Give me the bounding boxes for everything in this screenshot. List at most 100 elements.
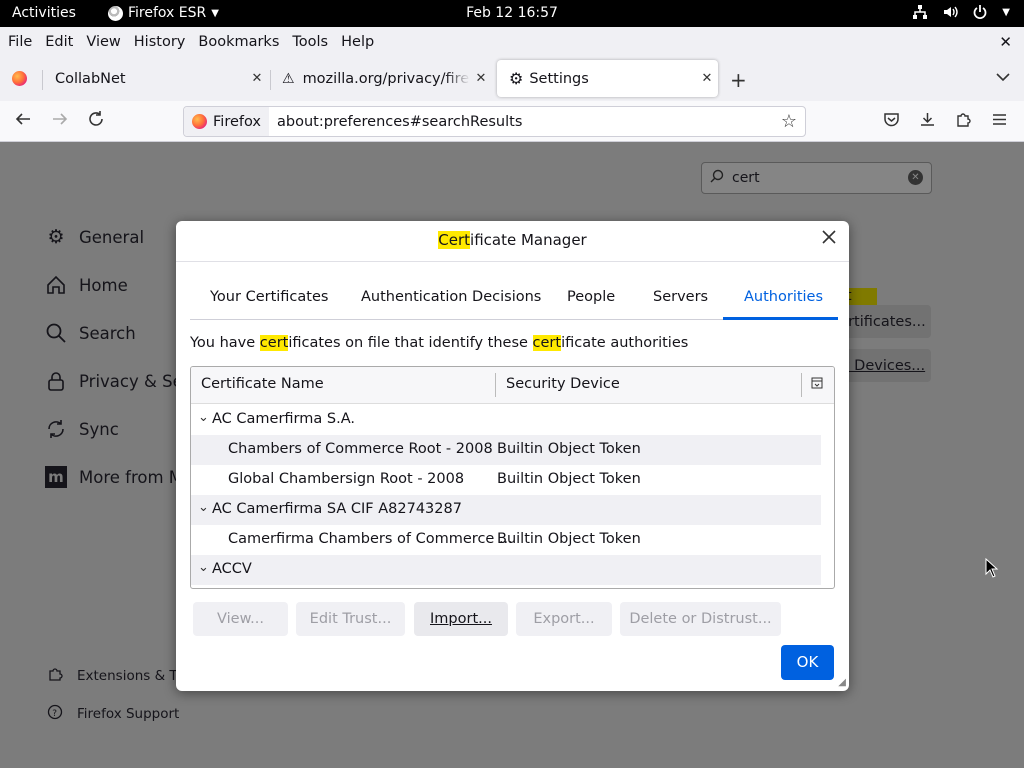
- sidebar-item-home[interactable]: Home: [45, 274, 128, 296]
- search-value: cert: [732, 170, 760, 186]
- tab-mozilla-privacy[interactable]: ⚠ mozilla.org/privacy/firefox ✕: [270, 60, 492, 97]
- menu-bookmarks[interactable]: Bookmarks: [198, 34, 279, 50]
- dialog-title: Certificate Manager: [438, 231, 587, 249]
- tab-pinned-firefox[interactable]: [0, 60, 40, 97]
- window-close-icon[interactable]: ✕: [999, 33, 1012, 51]
- authorities-description: You have certificates on file that ident…: [190, 335, 689, 351]
- sidebar-item-general[interactable]: ⚙ General: [45, 226, 144, 248]
- tree-row[interactable]: Global Chambersign Root - 2008 Builtin O…: [191, 465, 821, 495]
- sidebar-item-label: Search: [79, 323, 136, 343]
- tab-authorities[interactable]: Authorities: [744, 289, 823, 305]
- import-button[interactable]: Import...: [414, 602, 508, 636]
- power-icon: [973, 5, 987, 19]
- chevron-down-icon[interactable]: ⌄: [198, 560, 209, 575]
- svg-text:?: ?: [52, 709, 57, 719]
- sidebar-item-support[interactable]: ? Firefox Support: [47, 704, 179, 724]
- tab-title: Settings: [529, 70, 589, 87]
- gear-icon: ⚙: [509, 69, 524, 88]
- view-button[interactable]: View...: [193, 602, 288, 636]
- tree-row-group[interactable]: ⌄ AC Camerfirma SA CIF A82743287: [191, 495, 821, 525]
- puzzle-icon: [47, 666, 63, 686]
- pocket-icon[interactable]: [883, 111, 900, 132]
- ok-button[interactable]: OK: [781, 645, 834, 680]
- tree-header: Certificate Name Security Device: [191, 367, 834, 404]
- menu-help[interactable]: Help: [341, 34, 374, 50]
- column-separator[interactable]: [801, 373, 802, 397]
- export-button[interactable]: Export...: [516, 602, 612, 636]
- close-icon[interactable]: [821, 229, 837, 250]
- system-tray[interactable]: ▼: [912, 4, 1010, 20]
- tree-row[interactable]: Chambers of Commerce Root - 2008 Builtin…: [191, 435, 821, 465]
- url-text[interactable]: about:preferences#searchResults: [277, 114, 781, 130]
- back-arrow-icon[interactable]: [14, 110, 32, 133]
- chevron-down-icon[interactable]: ⌄: [198, 500, 209, 515]
- tab-title: mozilla.org/privacy/firefox: [302, 70, 470, 87]
- column-certificate-name[interactable]: Certificate Name: [201, 376, 324, 392]
- tree-row[interactable]: Camerfirma Chambers of Commerce ... Buil…: [191, 525, 821, 555]
- lock-icon: [45, 370, 67, 392]
- tree-row-group[interactable]: ⌄ AC Camerfirma S.A.: [191, 405, 821, 435]
- sidebar-item-sync[interactable]: Sync: [45, 418, 119, 440]
- close-icon[interactable]: ✕: [696, 71, 718, 86]
- firefox-icon: [12, 71, 27, 86]
- tab-title: CollabNet: [55, 70, 126, 87]
- menu-view[interactable]: View: [86, 34, 120, 50]
- delete-or-distrust-button[interactable]: Delete or Distrust...: [620, 602, 781, 636]
- gear-icon: ⚙: [47, 226, 65, 248]
- mouse-cursor-icon: [985, 558, 999, 578]
- column-security-device[interactable]: Security Device: [506, 376, 620, 392]
- sidebar-item-label: General: [79, 227, 145, 247]
- tab-your-certificates[interactable]: Your Certificates: [210, 289, 328, 305]
- extensions-puzzle-icon[interactable]: [955, 111, 972, 132]
- firefox-icon: [108, 5, 123, 21]
- column-separator[interactable]: [495, 373, 496, 397]
- volume-icon: [944, 6, 958, 18]
- sidebar-item-label: Home: [79, 275, 128, 295]
- certificate-manager-dialog: Certificate Manager Your Certificates Au…: [176, 221, 849, 691]
- downloads-icon[interactable]: [919, 111, 936, 132]
- clock[interactable]: Feb 12 16:57: [466, 5, 558, 21]
- menu-edit[interactable]: Edit: [45, 34, 73, 50]
- column-picker-icon[interactable]: [811, 377, 823, 393]
- identity-box[interactable]: Firefox: [184, 107, 269, 136]
- tab-strip: CollabNet ✕ ⚠ mozilla.org/privacy/firefo…: [0, 56, 1024, 101]
- close-icon[interactable]: ✕: [246, 71, 268, 86]
- dialog-tab-bar: Your Certificates Authentication Decisio…: [190, 278, 838, 320]
- edit-trust-button[interactable]: Edit Trust...: [296, 602, 405, 636]
- chevron-down-icon: ▼: [1002, 6, 1010, 18]
- sidebar-item-label: Firefox Support: [77, 706, 180, 722]
- settings-search-input[interactable]: cert ✕: [701, 162, 932, 194]
- chevron-down-icon: ▼: [211, 7, 219, 19]
- tree-row-group[interactable]: ⌄ ACCV: [191, 555, 821, 585]
- bookmark-star-icon[interactable]: ☆: [781, 111, 797, 132]
- tab-collabnet[interactable]: CollabNet ✕: [43, 60, 268, 97]
- sync-icon: [45, 418, 67, 440]
- mozilla-m-icon: m: [45, 466, 67, 488]
- tab-settings[interactable]: ⚙ Settings ✕: [497, 60, 718, 97]
- close-icon[interactable]: ✕: [470, 71, 492, 86]
- menu-tools[interactable]: Tools: [292, 34, 328, 50]
- app-menu[interactable]: Firefox ESR ▼: [108, 5, 219, 21]
- chevron-down-icon[interactable]: ⌄: [198, 410, 209, 425]
- tab-authentication-decisions[interactable]: Authentication Decisions: [361, 289, 541, 305]
- activities-button[interactable]: Activities: [12, 5, 76, 21]
- list-all-tabs-chevron-icon[interactable]: [996, 70, 1010, 86]
- clear-search-icon[interactable]: ✕: [908, 170, 923, 185]
- url-bar[interactable]: Firefox about:preferences#searchResults …: [183, 106, 806, 137]
- reload-icon[interactable]: [87, 110, 105, 133]
- search-icon: [710, 169, 724, 187]
- certificate-tree[interactable]: Certificate Name Security Device ⌄ AC Ca…: [190, 366, 835, 589]
- tab-servers[interactable]: Servers: [653, 289, 708, 305]
- nav-bar: Firefox about:preferences#searchResults …: [0, 101, 1024, 142]
- resize-grip-icon[interactable]: ◢: [838, 677, 846, 688]
- forward-arrow-icon[interactable]: [51, 110, 69, 133]
- menu-file[interactable]: File: [8, 34, 32, 50]
- menu-history[interactable]: History: [134, 34, 186, 50]
- sidebar-item-label: Sync: [79, 419, 119, 439]
- sidebar-item-search[interactable]: Search: [45, 322, 136, 344]
- help-circle-icon: ?: [47, 704, 63, 724]
- tab-people[interactable]: People: [567, 289, 615, 305]
- hamburger-menu-icon[interactable]: [991, 111, 1008, 132]
- app-name: Firefox ESR: [128, 5, 207, 21]
- new-tab-plus-icon[interactable]: +: [730, 68, 747, 92]
